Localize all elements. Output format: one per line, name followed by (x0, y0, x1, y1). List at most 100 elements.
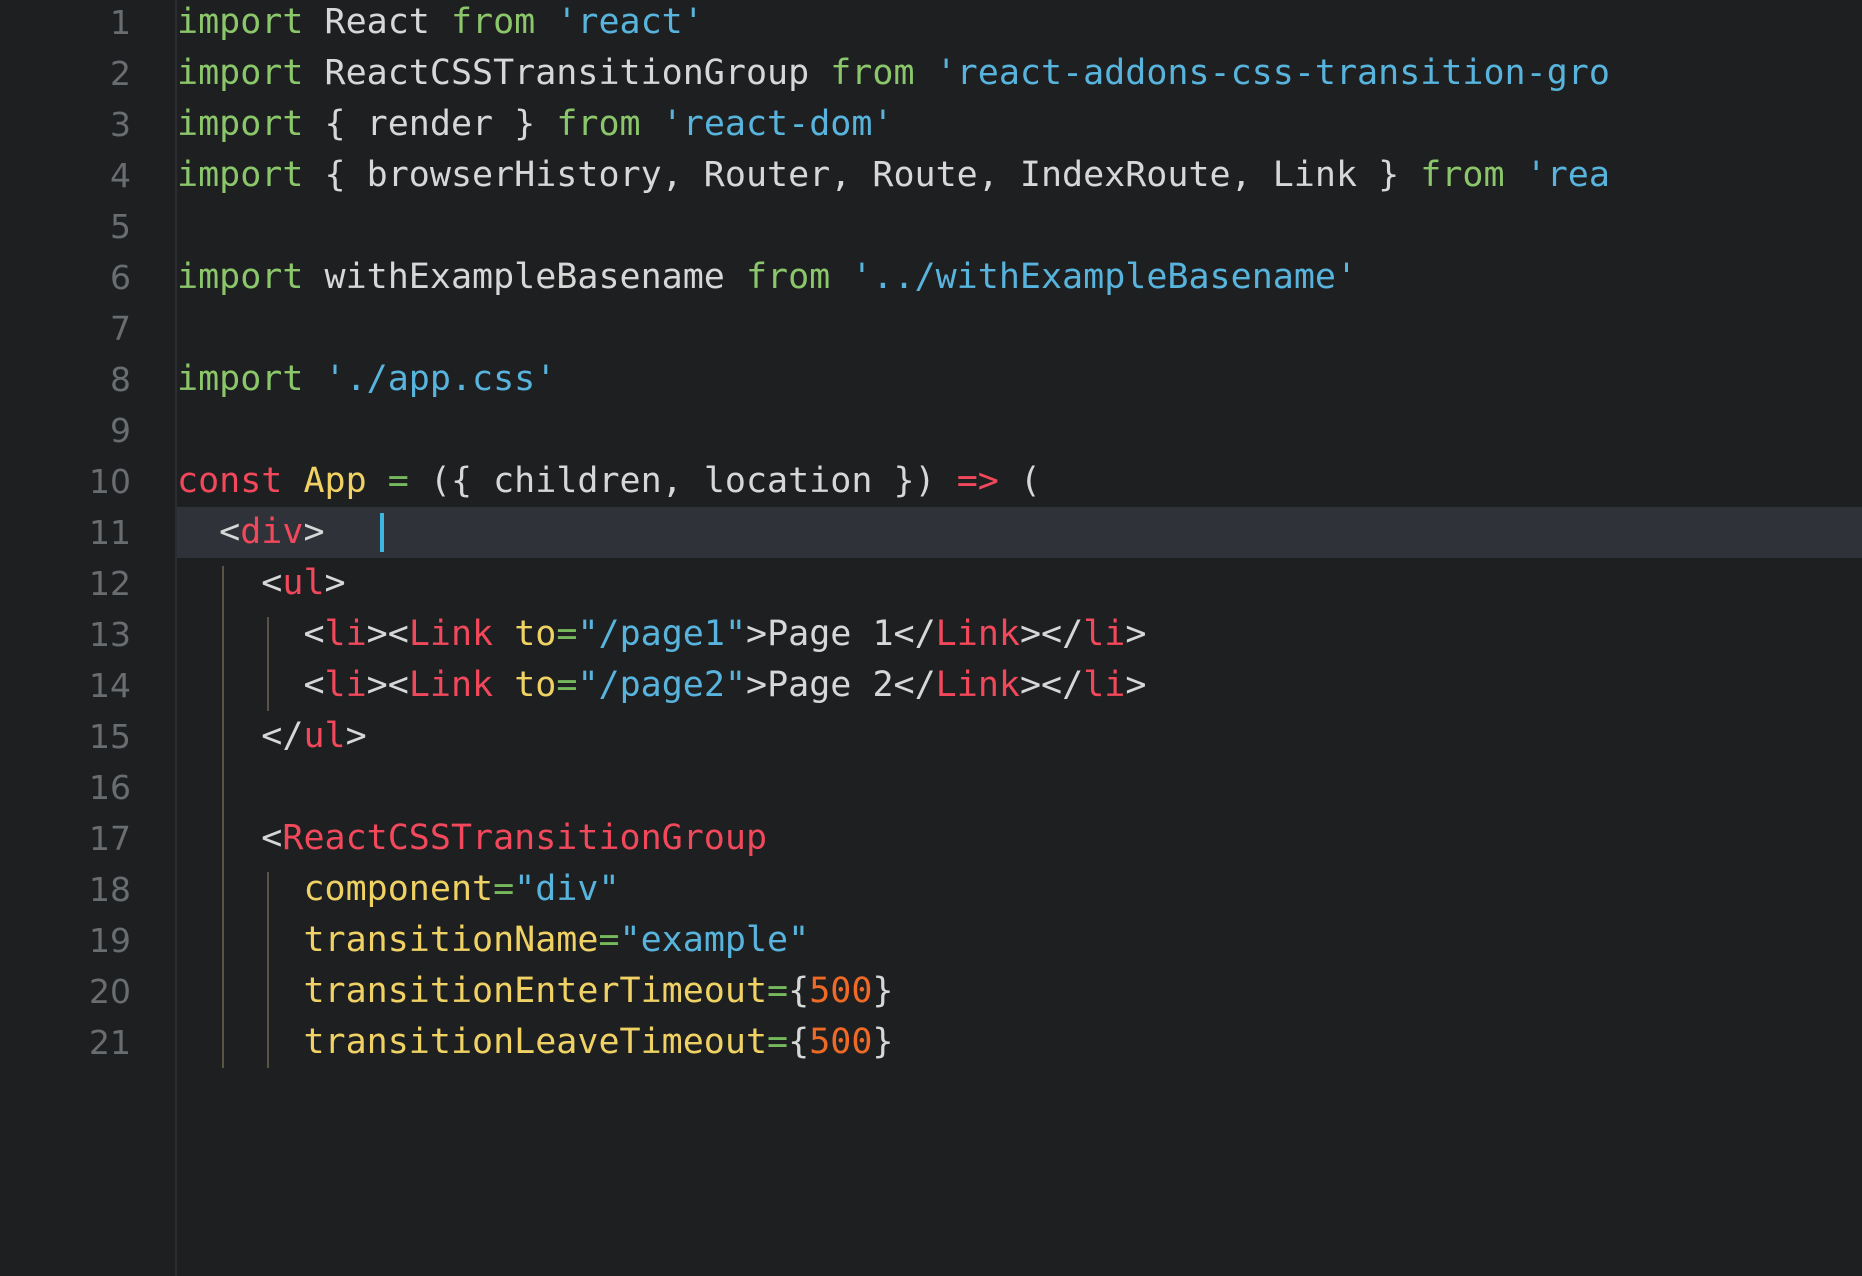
code-line[interactable]: transitionName="example" (177, 915, 1862, 966)
token-attribute: transitionName (303, 920, 599, 960)
token-operator: = (598, 920, 620, 960)
token-keyword: from (830, 53, 915, 93)
token-plain: < (303, 614, 325, 654)
token-string: '../withExampleBasename' (851, 257, 1358, 297)
token-attribute: App (303, 461, 367, 501)
token-tag: Link (935, 614, 1020, 654)
code-line-text: import withExampleBasename from '../with… (177, 252, 1357, 303)
token-plain: withExampleBasename (303, 257, 746, 297)
token-string: 'react-addons-css-transition-gro (935, 53, 1610, 93)
line-number: 21 (89, 1023, 131, 1062)
code-line[interactable] (177, 303, 1862, 354)
code-line-text: transitionName="example" (177, 915, 809, 966)
token-keyword: import (177, 2, 304, 42)
line-number: 4 (110, 156, 131, 195)
line-number: 14 (89, 666, 131, 705)
code-line[interactable]: <li><Link to="/page2">Page 2</Link></li> (177, 660, 1862, 711)
code-line-text: import ReactCSSTransitionGroup from 'rea… (177, 48, 1610, 99)
token-plain: { (788, 1022, 810, 1062)
token-operator: = (493, 869, 515, 909)
line-number: 5 (110, 207, 131, 246)
line-number: 12 (89, 564, 131, 603)
line-number: 20 (89, 972, 131, 1011)
token-plain: ( (998, 461, 1041, 501)
token-attribute: transitionLeaveTimeout (303, 1022, 768, 1062)
line-number: 18 (89, 870, 131, 909)
token-plain: < (261, 563, 283, 603)
code-line[interactable]: const App = ({ children, location }) => … (177, 456, 1862, 507)
token-plain: React (303, 2, 451, 42)
code-line-active[interactable]: <div> (177, 507, 1862, 558)
token-plain: { render } (303, 104, 557, 144)
token-tag: Link (408, 614, 494, 654)
code-editor[interactable]: 1 2 3 4 5 6 7 8 9 10 11 12 13 14 15 16 17 18 19 20 21 import… (0, 0, 1862, 1276)
token-plain: >Page 2</ (746, 665, 936, 705)
code-line-text: </ul> (177, 711, 366, 762)
token-attribute: component (303, 869, 494, 909)
code-line[interactable]: <li><Link to="/page1">Page 1</Link></li> (177, 609, 1862, 660)
line-number: 7 (110, 309, 131, 348)
code-line[interactable]: import withExampleBasename from '../with… (177, 252, 1862, 303)
code-line-text: import React from 'react' (177, 0, 704, 48)
code-line-text: <div> (177, 507, 324, 558)
code-line-text: component="div" (177, 864, 619, 915)
code-line[interactable]: import { render } from 'react-dom' (177, 99, 1862, 150)
token-plain: > (324, 563, 346, 603)
token-plain: > (366, 665, 388, 705)
line-number-gutter: 1 2 3 4 5 6 7 8 9 10 11 12 13 14 15 16 17 18 19 20 21 (0, 0, 177, 1276)
code-line[interactable]: transitionEnterTimeout={500} (177, 966, 1862, 1017)
token-tag: li (324, 614, 367, 654)
token-string: "/page1" (577, 614, 747, 654)
code-line[interactable] (177, 201, 1862, 252)
line-number: 19 (89, 921, 131, 960)
code-line[interactable] (177, 762, 1862, 813)
line-number: 15 (89, 717, 131, 756)
code-line[interactable] (177, 405, 1862, 456)
line-number: 2 (110, 54, 131, 93)
code-line[interactable]: transitionLeaveTimeout={500} (177, 1017, 1862, 1068)
token-operator: = (387, 461, 409, 501)
code-line[interactable]: import ReactCSSTransitionGroup from 'rea… (177, 48, 1862, 99)
code-line-text: <ul> (177, 558, 346, 609)
code-content-area[interactable]: import React from 'react' import ReactCSS… (177, 0, 1862, 1276)
code-line[interactable]: <ul> (177, 558, 1862, 609)
token-plain: } (872, 1022, 894, 1062)
token-plain: ></ (1019, 665, 1084, 705)
code-line[interactable]: import './app.css' (177, 354, 1862, 405)
token-tag: ul (303, 716, 346, 756)
token-attribute: to (514, 614, 557, 654)
token-number: 500 (809, 971, 873, 1011)
token-string: 'rea (1525, 155, 1610, 195)
code-line-text: transitionLeaveTimeout={500} (177, 1017, 893, 1068)
line-number: 9 (110, 411, 131, 450)
code-line[interactable]: <ReactCSSTransitionGroup (177, 813, 1862, 864)
token-keyword: from (1420, 155, 1505, 195)
token-tag: li (1083, 614, 1126, 654)
line-number: 3 (110, 105, 131, 144)
code-line[interactable]: import { browserHistory, Router, Route, … (177, 150, 1862, 201)
code-line[interactable]: </ul> (177, 711, 1862, 762)
token-string: 'react' (556, 2, 704, 42)
code-line[interactable]: import React from 'react' (177, 0, 1862, 48)
text-cursor (379, 513, 384, 552)
code-line-text: import './app.css' (177, 354, 556, 405)
token-plain: < (387, 665, 409, 705)
token-string: "/page2" (577, 665, 747, 705)
code-line[interactable]: component="div" (177, 864, 1862, 915)
token-keyword: import (177, 257, 304, 297)
token-operator: = (767, 971, 789, 1011)
token-tag: => (956, 461, 999, 501)
